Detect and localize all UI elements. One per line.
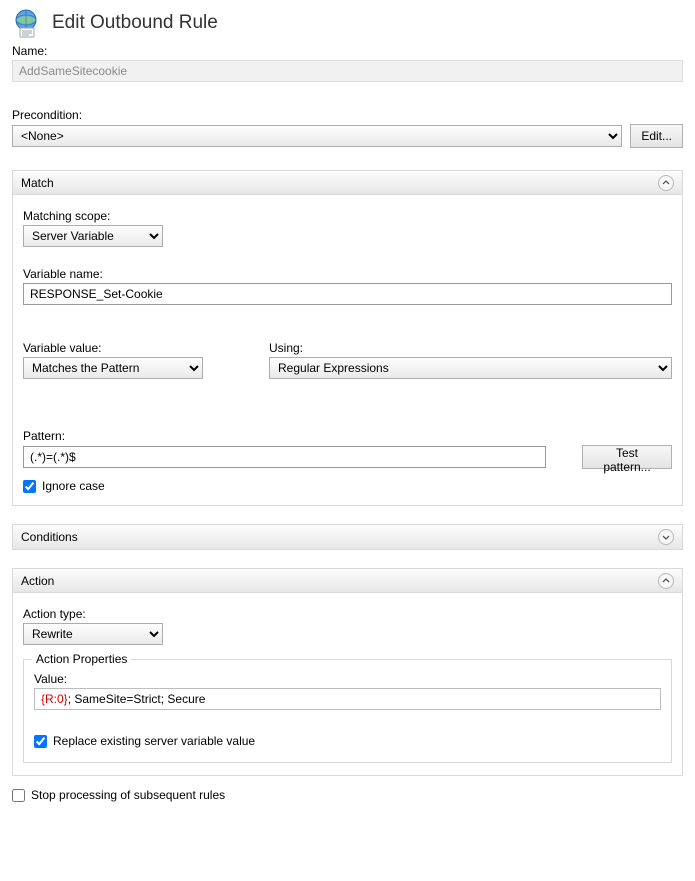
using-select[interactable]: Regular Expressions (269, 357, 672, 379)
pattern-input[interactable] (23, 446, 546, 468)
variable-name-input[interactable] (23, 283, 672, 305)
name-input (12, 60, 683, 82)
conditions-panel-title: Conditions (21, 530, 78, 544)
precondition-edit-button[interactable]: Edit... (630, 124, 683, 148)
variable-value-label: Variable value: (23, 341, 243, 355)
stop-processing-checkbox[interactable] (12, 789, 25, 802)
matching-scope-select[interactable]: Server Variable (23, 225, 163, 247)
action-properties-title: Action Properties (32, 652, 131, 666)
stop-processing-label: Stop processing of subsequent rules (31, 788, 225, 802)
value-input[interactable]: {R:0}; SameSite=Strict; Secure (34, 688, 661, 710)
expand-down-icon[interactable] (658, 529, 674, 545)
action-type-select[interactable]: Rewrite (23, 623, 163, 645)
precondition-label: Precondition: (12, 108, 683, 122)
pattern-label: Pattern: (23, 429, 672, 443)
match-panel-title: Match (21, 176, 54, 190)
action-panel-title: Action (21, 574, 54, 588)
using-label: Using: (269, 341, 672, 355)
value-label: Value: (34, 672, 661, 686)
precondition-select[interactable]: <None> (12, 125, 622, 147)
ignore-case-label: Ignore case (42, 479, 105, 493)
test-pattern-button[interactable]: Test pattern... (582, 445, 672, 469)
replace-existing-checkbox[interactable] (34, 735, 47, 748)
collapse-up-icon[interactable] (658, 175, 674, 191)
iis-globe-icon (12, 8, 42, 38)
variable-value-select[interactable]: Matches the Pattern (23, 357, 203, 379)
collapse-up-icon[interactable] (658, 573, 674, 589)
action-type-label: Action type: (23, 607, 672, 621)
replace-existing-label: Replace existing server variable value (53, 734, 255, 748)
name-label: Name: (12, 44, 683, 58)
ignore-case-checkbox[interactable] (23, 480, 36, 493)
variable-name-label: Variable name: (23, 267, 672, 281)
page-title: Edit Outbound Rule (52, 12, 218, 34)
matching-scope-label: Matching scope: (23, 209, 672, 223)
